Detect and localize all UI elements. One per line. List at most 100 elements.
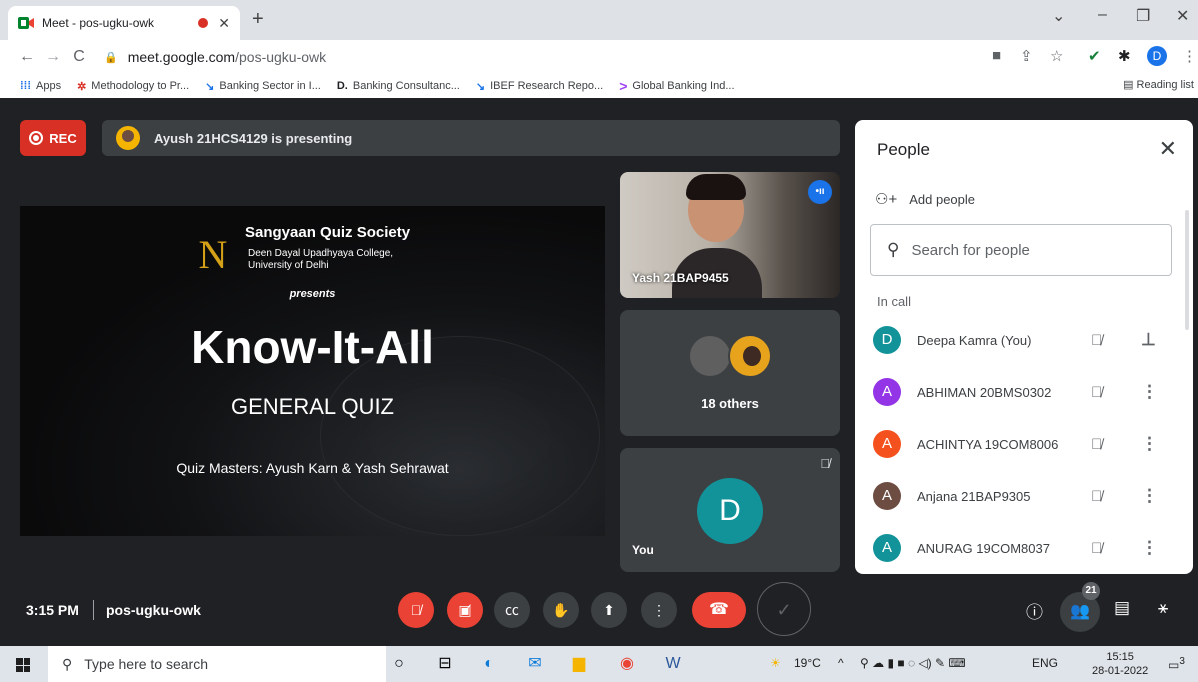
mic-off-button[interactable]: 🎙̸ [398, 592, 434, 628]
participant-tile-self[interactable]: 🎙̸ D You [620, 448, 840, 572]
mic-off-icon: 🎙̸ [1091, 331, 1103, 349]
participant-row[interactable]: A ANURAG 19COM8037 🎙̸ ⋮ [855, 522, 1193, 574]
participant-row[interactable]: A ACHINTYA 19COM8006 🎙̸ ⋮ [855, 418, 1193, 470]
meet-stage: REC Ayush 21HCS4129 is presenting N Sang… [0, 98, 1198, 646]
menu-icon[interactable]: ⋮ [1182, 47, 1197, 65]
recording-indicator-icon [198, 18, 209, 28]
address-bar[interactable]: 🔒 meet.google.com/pos-ugku-owk [104, 43, 934, 71]
reading-list[interactable]: ▤ Reading list [1123, 78, 1194, 91]
taskbar-search-placeholder: Type here to search [84, 656, 209, 672]
search-placeholder: Search for people [911, 241, 1030, 259]
bookmark-ibef[interactable]: ↘ IBEF Research Repo... [476, 80, 603, 93]
pin-icon[interactable]: ⊥ [1141, 330, 1156, 350]
weather-temp[interactable]: 19°C [794, 656, 821, 670]
people-panel: People ✕ ⚇+ Add people ⚲ Search for peop… [855, 120, 1193, 574]
people-count-badge: 21 [1082, 582, 1100, 600]
url-host: meet.google.com [127, 49, 236, 65]
panel-scrollbar[interactable] [1185, 210, 1189, 330]
participant-row[interactable]: A ABHIMAN 20BMS0302 🎙̸ ⋮ [855, 366, 1193, 418]
bookmark-apps[interactable]: ⁞⁞⁞ Apps [20, 80, 61, 92]
extensions-icon[interactable]: ✱ [1118, 47, 1131, 65]
add-people-button[interactable]: ⚇+ Add people [875, 190, 975, 208]
chat-icon[interactable]: ▤ [1114, 598, 1130, 618]
taskbar-clock[interactable]: 15:15 28-01-2022 [1092, 650, 1148, 678]
profile-avatar[interactable]: D [1147, 46, 1167, 66]
bookmark-global-banking[interactable]: > Global Banking Ind... [619, 78, 734, 94]
present-button[interactable]: ⬆ [591, 592, 627, 628]
star-icon[interactable]: ☆ [1050, 47, 1063, 65]
participant-row[interactable]: A Anjana 21BAP9305 🎙̸ ⋮ [855, 470, 1193, 522]
cortana-icon[interactable]: ○ [388, 654, 410, 674]
college-line-1: Deen Dayal Upadhyaya College, [248, 248, 394, 259]
minimize-icon[interactable]: – [1098, 6, 1107, 24]
bookmark-label: IBEF Research Repo... [490, 80, 604, 92]
raise-hand-button[interactable]: ✋ [543, 592, 579, 628]
more-options-icon[interactable]: ⋮ [1141, 382, 1158, 402]
mic-off-icon: 🎙̸ [1091, 487, 1103, 505]
captions-button[interactable]: ㏄ [494, 592, 530, 628]
word-icon[interactable]: W [662, 654, 684, 674]
leave-call-button[interactable]: ☎ [692, 592, 746, 628]
weather-icon[interactable]: ☀ [770, 656, 781, 670]
more-options-icon[interactable]: ⋮ [1141, 434, 1158, 454]
edge-icon[interactable]: ◐ [478, 654, 500, 674]
others-avatar-1 [688, 334, 732, 378]
mic-off-icon: 🎙̸ [1091, 539, 1103, 557]
slide-presents: presents [289, 288, 336, 300]
reload-icon[interactable]: C [66, 48, 92, 66]
url-path: /pos-ugku-owk [235, 49, 327, 65]
mail-icon[interactable]: ✉ [524, 654, 546, 674]
more-options-button[interactable]: ⋮ [641, 592, 677, 628]
hand-icon: ✋ [552, 602, 570, 618]
activities-button[interactable]: ✓ [757, 582, 811, 636]
taskbar-search-input[interactable]: ⚲ Type here to search [48, 646, 386, 682]
meeting-details-icon[interactable]: ⓘ [1026, 598, 1043, 623]
camera-off-icon: ▣̸ [458, 602, 472, 618]
more-options-icon[interactable]: ⋮ [1141, 486, 1158, 506]
camera-off-button[interactable]: ▣̸ [447, 592, 483, 628]
participant-row[interactable]: D Deepa Kamra (You) 🎙̸ ⊥ [855, 314, 1193, 366]
system-tray-icons[interactable]: ⚲ ☁ ▮ ■ ◌ ◁) ✎ ⌨ [860, 656, 966, 670]
slide-title: Know-It-All [191, 321, 434, 373]
chrome-icon[interactable]: ◉ [616, 654, 638, 674]
participant-tile-speaker[interactable]: •ıı Yash 21BAP9455 [620, 172, 840, 298]
bookmark-methodology[interactable]: ✲ Methodology to Pr... [77, 80, 189, 93]
checkmark-extension-icon[interactable]: ✔ [1088, 47, 1101, 65]
more-options-icon[interactable]: ⋮ [1141, 538, 1158, 558]
banking-icon: ↘ [205, 80, 215, 93]
methodology-icon: ✲ [77, 80, 87, 93]
participant-name: Anjana 21BAP9305 [917, 488, 1031, 504]
tab-search-icon[interactable]: ⌄ [1052, 6, 1065, 26]
mic-off-icon: 🎙̸ [410, 602, 422, 618]
language-indicator[interactable]: ENG [1032, 656, 1058, 670]
back-icon[interactable]: ← [14, 48, 40, 66]
file-explorer-icon[interactable]: ▆ [568, 654, 590, 674]
presenting-text: Ayush 21HCS4129 is presenting [154, 130, 353, 146]
presenting-banner: Ayush 21HCS4129 is presenting [102, 120, 840, 156]
close-icon[interactable]: ✕ [1159, 136, 1177, 162]
d-icon: D. [336, 80, 348, 92]
tray-expand-icon[interactable]: ^ [838, 656, 844, 670]
share-icon[interactable]: ⇪ [1020, 47, 1033, 65]
task-view-icon[interactable]: ⊟ [434, 654, 456, 674]
camera-icon[interactable]: ■ [992, 47, 1001, 64]
notification-icon[interactable]: ▭3 [1168, 656, 1185, 672]
present-icon: ⬆ [603, 602, 615, 618]
search-icon: ⚲ [62, 655, 73, 672]
restore-icon[interactable]: ❐ [1136, 6, 1150, 26]
windows-start-icon[interactable] [16, 658, 30, 672]
people-icon: 👥 [1070, 603, 1090, 620]
recording-button[interactable]: REC [20, 120, 86, 156]
close-window-icon[interactable]: ✕ [1176, 6, 1189, 26]
search-people-input[interactable]: ⚲ Search for people [870, 224, 1172, 276]
forward-icon[interactable]: → [40, 48, 66, 66]
tab-meet[interactable]: Meet - pos-ugku-owk ✕ [8, 6, 240, 40]
tab-close-icon[interactable]: ✕ [218, 15, 230, 32]
bookmark-banking-consultancy[interactable]: D. Banking Consultanc... [337, 80, 460, 92]
activities-icon[interactable]: ⚹ [1158, 598, 1168, 618]
bookmark-banking-sector[interactable]: ↘ Banking Sector in I... [205, 80, 321, 93]
participant-tile-others[interactable]: 18 others [620, 310, 840, 436]
windows-taskbar: ⚲ Type here to search ○ ⊟ ◐ ✉ ▆ ◉ W ☀ 19… [0, 646, 1198, 682]
meet-favicon-icon [18, 17, 34, 29]
new-tab-button[interactable]: + [252, 8, 264, 31]
